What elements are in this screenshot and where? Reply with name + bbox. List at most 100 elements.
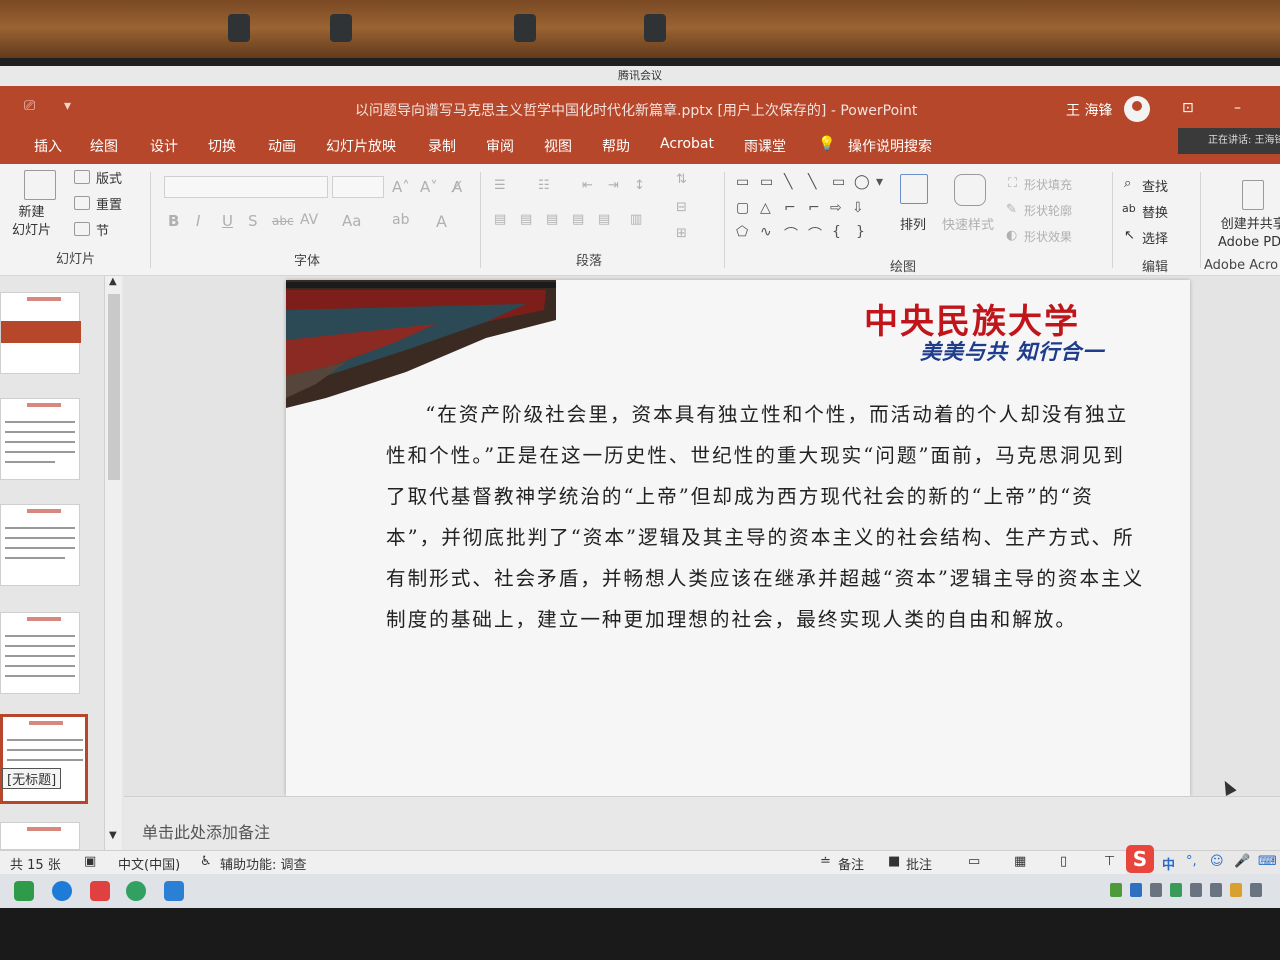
- curve-shape-icon[interactable]: ⌒: [784, 224, 798, 244]
- bullets-icon[interactable]: ☰: [494, 178, 506, 193]
- slide-body-text[interactable]: “在资产阶级社会里，资本具有独立性和个性，而活动着的个人却没有独立性和个性。”正…: [386, 394, 1146, 640]
- arrow-line-icon[interactable]: ╲: [808, 174, 816, 190]
- restore-icon[interactable]: ⊡: [1182, 100, 1194, 116]
- justify-icon[interactable]: ▤: [572, 212, 584, 227]
- line-spacing-icon[interactable]: ↕: [634, 178, 645, 193]
- align-left-icon[interactable]: ▤: [494, 212, 506, 227]
- shape-effects-button[interactable]: 形状效果: [1024, 228, 1072, 245]
- align-center-icon[interactable]: ▤: [520, 212, 532, 227]
- rectangle-shape-icon[interactable]: ▭: [832, 174, 845, 190]
- shrink-font-icon[interactable]: A˅: [420, 178, 438, 196]
- text-direction-icon[interactable]: ⇅: [676, 172, 687, 187]
- font-name-combo[interactable]: [164, 176, 328, 198]
- decrease-indent-icon[interactable]: ⇤: [582, 178, 593, 193]
- columns-icon[interactable]: ▥: [630, 212, 642, 227]
- reset-button[interactable]: 重置: [96, 194, 122, 213]
- tencent-meeting-icon[interactable]: [164, 881, 184, 901]
- tab-rain-classroom[interactable]: 雨课堂: [744, 136, 786, 156]
- ime-mode[interactable]: 中: [1162, 854, 1175, 873]
- slide-thumbnail[interactable]: [0, 292, 80, 374]
- pentagon-shape-icon[interactable]: ⬠: [736, 224, 748, 240]
- shape-outline-button[interactable]: 形状轮廓: [1024, 202, 1072, 219]
- tab-transitions[interactable]: 切换: [208, 136, 236, 156]
- tab-insert[interactable]: 插入: [34, 136, 62, 156]
- microphone-icon[interactable]: 🎤: [1234, 854, 1250, 869]
- smartart-icon[interactable]: ⊞: [676, 226, 687, 241]
- quick-styles-button[interactable]: 快速样式: [942, 214, 994, 233]
- grow-font-icon[interactable]: A˄: [392, 178, 410, 196]
- punctuation-icon[interactable]: °,: [1186, 854, 1197, 869]
- section-button[interactable]: 节: [96, 220, 109, 239]
- slide-thumbnail-selected[interactable]: [0, 714, 88, 804]
- avatar[interactable]: [1124, 96, 1150, 122]
- font-color-icon[interactable]: A: [436, 212, 447, 231]
- language-status[interactable]: 中文(中国): [118, 854, 180, 873]
- elbow-connector-icon[interactable]: ⌐: [808, 200, 820, 216]
- select-button[interactable]: 选择: [1142, 228, 1168, 247]
- layout-button[interactable]: 版式: [96, 168, 122, 187]
- shape-fill-button[interactable]: 形状填充: [1024, 176, 1072, 193]
- new-slide-button[interactable]: 新建 幻灯片: [12, 204, 51, 240]
- reading-view-icon[interactable]: ▯: [1060, 854, 1067, 869]
- tab-animations[interactable]: 动画: [268, 136, 296, 156]
- tell-me-search[interactable]: 操作说明搜索: [848, 136, 932, 156]
- scroll-down-icon[interactable]: ▼: [109, 830, 117, 841]
- user-name[interactable]: 王 海锋: [1066, 100, 1112, 120]
- tray-icon[interactable]: [1130, 883, 1142, 897]
- distributed-icon[interactable]: ▤: [598, 212, 610, 227]
- notes-pane[interactable]: 单击此处添加备注: [124, 796, 1280, 850]
- normal-view-icon[interactable]: ▭: [968, 854, 980, 869]
- arrange-button[interactable]: 排列: [900, 214, 926, 233]
- freeform-shape-icon[interactable]: ∿: [760, 224, 772, 240]
- numbering-icon[interactable]: ☷: [538, 178, 550, 193]
- tray-icon[interactable]: [1170, 883, 1182, 897]
- bold-icon[interactable]: B: [168, 212, 179, 230]
- tray-icon[interactable]: [1210, 883, 1222, 897]
- tab-review[interactable]: 审阅: [486, 136, 514, 156]
- textbox-shape-icon[interactable]: ▭: [736, 174, 749, 190]
- scroll-up-icon[interactable]: ▲: [109, 276, 117, 287]
- find-button[interactable]: 查找: [1142, 176, 1168, 195]
- sogou-logo-icon[interactable]: S: [1126, 845, 1154, 873]
- tab-design[interactable]: 设计: [150, 136, 178, 156]
- oval-shape-icon[interactable]: ◯: [854, 174, 870, 190]
- tray-icon[interactable]: [1110, 883, 1122, 897]
- app-icon[interactable]: [14, 881, 34, 901]
- strikethrough-icon[interactable]: abc: [272, 214, 294, 228]
- underline-icon[interactable]: U: [222, 212, 233, 230]
- notes-toggle-button[interactable]: 备注: [838, 854, 864, 873]
- tray-icon[interactable]: [1150, 883, 1162, 897]
- increase-indent-icon[interactable]: ⇥: [608, 178, 619, 193]
- tab-draw[interactable]: 绘图: [90, 136, 118, 156]
- left-brace-icon[interactable]: {: [832, 224, 841, 240]
- triangle-shape-icon[interactable]: △: [760, 200, 771, 216]
- tab-view[interactable]: 视图: [544, 136, 572, 156]
- connector-icon[interactable]: ⌐: [784, 200, 796, 216]
- thumbnail-scrollbar[interactable]: ▲ ▼: [104, 276, 122, 850]
- down-arrow-shape-icon[interactable]: ⇩: [852, 200, 864, 216]
- tab-slideshow[interactable]: 幻灯片放映: [326, 136, 396, 156]
- slide-canvas[interactable]: 中央民族大学 美美与共 知行合一 “在资产阶级社会里，资本具有独立性和个性，而活…: [286, 280, 1190, 796]
- emoji-icon[interactable]: ☺: [1210, 854, 1224, 869]
- tray-icon[interactable]: [1230, 883, 1242, 897]
- minimize-icon[interactable]: –: [1234, 100, 1241, 116]
- present-icon[interactable]: ⎚: [24, 98, 35, 114]
- wps-icon[interactable]: [90, 881, 110, 901]
- app-icon[interactable]: [126, 881, 146, 901]
- slide-thumbnail[interactable]: [0, 398, 80, 480]
- change-case-icon[interactable]: Aa: [342, 212, 361, 230]
- char-spacing-icon[interactable]: AV: [300, 212, 318, 228]
- tab-record[interactable]: 录制: [428, 136, 456, 156]
- customize-dropdown-icon[interactable]: ▾: [64, 98, 71, 114]
- notes-placeholder[interactable]: 单击此处添加备注: [142, 819, 270, 843]
- tray-icon[interactable]: [1250, 883, 1262, 897]
- create-share-pdf-button[interactable]: 创建并共享 Adobe PDF: [1218, 216, 1280, 252]
- clear-format-icon[interactable]: A̸: [452, 178, 462, 196]
- tray-icon[interactable]: [1190, 883, 1202, 897]
- scrollbar-handle[interactable]: [108, 294, 120, 480]
- tab-acrobat[interactable]: Acrobat: [660, 136, 714, 152]
- edge-browser-icon[interactable]: [52, 881, 72, 901]
- new-slide-icon[interactable]: [24, 170, 56, 200]
- shadow-icon[interactable]: S: [248, 212, 258, 230]
- slide-thumbnail[interactable]: [0, 504, 80, 586]
